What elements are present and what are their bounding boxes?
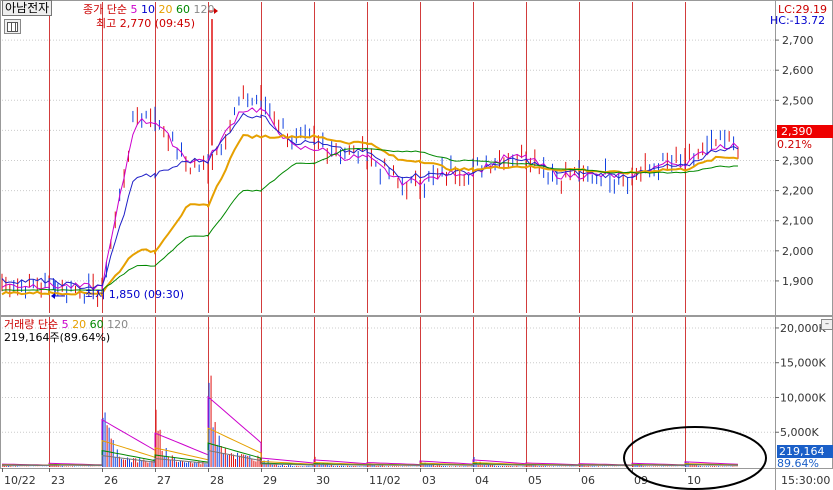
volume-ma-120: 120 [107,318,129,331]
ma-label: 단순 [106,3,127,16]
ma10-line [1,112,739,290]
ma-period-10: 10 [141,3,155,16]
high-arrow-head [214,8,218,15]
price-label: 종가 [83,3,104,16]
ma20-line [1,133,739,297]
x-tick-label: 28 [210,474,224,487]
volume-tick-label: 5,000K [780,426,819,439]
x-tick-label: 06 [581,474,595,487]
ma-period-60: 60 [176,3,190,16]
price-tick-label: 2,100 [782,215,814,228]
x-tick-label: 26 [104,474,118,487]
x-tick-label: 27 [157,474,171,487]
x-tick-label: 04 [475,474,489,487]
ma-period-120: 120 [193,3,215,16]
stock-name-box[interactable]: 아남전자 [2,0,53,16]
volume-ma-label: 단순 [37,318,59,331]
x-tick-label: 23 [51,474,65,487]
price-tick-label: 2,500 [782,94,814,107]
x-tick-label: 29 [263,474,277,487]
chart-svg: 2,7002,6002,5002,4002,3002,2002,1002,000… [0,0,833,490]
x-tick-label: 10 [687,474,701,487]
low-marker: 최저 1,850 (09:30) [85,288,185,301]
volume-ma-60: 60 [89,318,104,331]
x-tick-label: 10/22 [4,474,36,487]
price-pane-frame [0,0,833,316]
volume-ma5-line [1,395,739,466]
volume-label: 거래량 [4,318,35,331]
x-tick-label: 11/02 [369,474,401,487]
ma-period-20: 20 [158,3,173,16]
volume-ma-20: 20 [72,318,87,331]
hc-text: HC:-13.72 [770,14,826,27]
high-marker: 최고 2,770 (09:45) [96,17,196,30]
current-price: 2,390 [781,125,813,138]
current-volume-pct: 89.64% [777,457,819,470]
price-tick-label: 2,300 [782,155,814,168]
price-tick-label: 2,000 [782,245,814,258]
current-change: 0.21% [777,138,812,151]
volume-legend: 거래량 단순 5 20 60 120 [4,318,128,331]
volume-tick-label: 20,000K [780,322,826,335]
volume-tick-label: 15,000K [780,357,826,370]
price-tick-label: 1,900 [782,275,814,288]
x-tick-label: 30 [316,474,330,487]
price-tick-label: 2,700 [782,34,814,47]
volume-pane-frame [0,316,833,469]
volume-tick-label: 10,000K [780,391,826,404]
time-label: 15:30:00 [781,474,831,487]
ma5-line [1,106,739,291]
volume-ma-5: 5 [61,318,69,331]
collapse-volume-pane-button[interactable]: – [821,319,833,330]
current-price-badge: 2,390 [777,125,833,138]
chart-root: 2,7002,6002,5002,4002,3002,2002,1002,000… [0,0,833,490]
price-legend: 종가 단순 5 10 20 60 120 [83,3,215,16]
table-icon[interactable] [4,19,21,34]
volume-current: 219,164주(89.64%) [4,331,111,344]
x-tick-label: 03 [422,474,436,487]
x-tick-label: 05 [528,474,542,487]
price-tick-label: 2,600 [782,64,814,77]
stock-name: 아남전자 [2,0,53,16]
price-tick-label: 2,200 [782,185,814,198]
ma-period-5: 5 [130,3,138,16]
ma60-line [1,147,738,292]
